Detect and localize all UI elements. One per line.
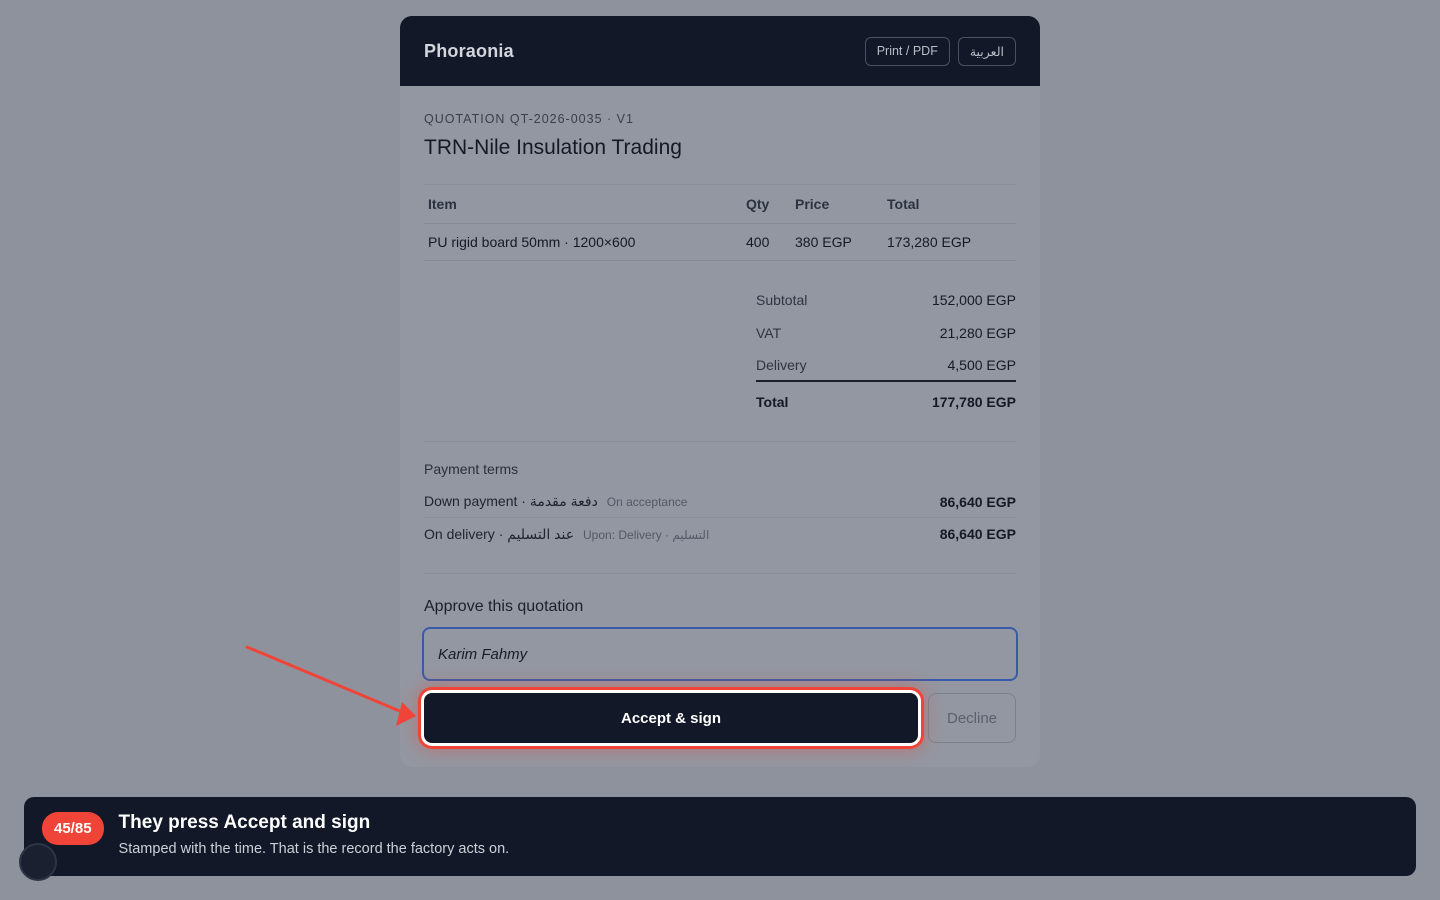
section-divider	[424, 573, 1016, 574]
item-qty: 400	[742, 223, 791, 261]
decline-button[interactable]: Decline	[928, 693, 1016, 743]
banner-title: They press Accept and sign	[118, 812, 371, 833]
delivery-value: 4,500 EGP	[947, 356, 1017, 373]
grand-total-row: Total 177,780 EGP	[756, 382, 1016, 422]
accept-sign-button[interactable]: Accept & sign	[424, 693, 918, 743]
step-counter-badge: 45/85	[42, 812, 104, 845]
column-header-total: Total	[883, 184, 1016, 224]
card-header: Phoraonia Print / PDF العربية	[400, 16, 1040, 86]
header-actions: Print / PDF العربية	[864, 36, 1016, 66]
brand-name: Phoraonia	[424, 40, 514, 61]
subtotal-label: Subtotal	[756, 291, 808, 308]
signature-input[interactable]	[422, 627, 1018, 681]
delivery-label: Delivery	[756, 356, 807, 373]
column-header-price: Price	[791, 184, 883, 224]
totals-summary: Subtotal 152,000 EGP VAT 21,280 EGP Deli…	[756, 283, 1016, 422]
approval-actions: Accept & sign Decline	[424, 693, 1016, 743]
banner-description: Stamped with the time. That is the recor…	[118, 841, 510, 857]
vat-row: VAT 21,280 EGP	[756, 316, 1016, 349]
vat-label: VAT	[756, 324, 782, 341]
subtotal-row: Subtotal 152,000 EGP	[756, 283, 1016, 316]
items-table-header: Item Qty Price Total	[424, 184, 1016, 224]
card-body: QUOTATION QT-2026-0035 · V1 TRN-Nile Ins…	[400, 86, 1040, 743]
payment-term-condition: Upon: Delivery · التسليم	[583, 527, 710, 542]
payment-term-amount: 86,640 EGP	[939, 526, 1016, 542]
payment-term-row: Down payment · دفعة مقدمة On acceptance …	[424, 486, 1016, 518]
payment-term-condition: On acceptance	[606, 495, 688, 509]
section-divider	[424, 441, 1016, 442]
banner-text: They press Accept and sign Stamped with …	[119, 812, 510, 857]
language-toggle-button[interactable]: العربية	[957, 36, 1016, 66]
payment-terms-title: Payment terms	[424, 461, 519, 477]
tutorial-banner: 45/85 They press Accept and sign Stamped…	[24, 797, 1416, 876]
column-header-qty: Qty	[742, 184, 791, 224]
item-price: 380 EGP	[791, 223, 883, 261]
print-pdf-button[interactable]: Print / PDF	[864, 36, 950, 66]
payment-term-label: Down payment · دفعة مقدمة	[424, 493, 598, 509]
delivery-row: Delivery 4,500 EGP	[756, 349, 1016, 382]
payment-term-label: On delivery · عند التسليم	[424, 525, 575, 542]
vat-value: 21,280 EGP	[939, 324, 1016, 341]
payment-term-amount: 86,640 EGP	[939, 493, 1016, 510]
grand-total-label: Total	[756, 394, 789, 410]
subtotal-value: 152,000 EGP	[931, 291, 1016, 308]
column-header-item: Item	[424, 184, 742, 224]
client-name: TRN-Nile Insulation Trading	[424, 136, 682, 159]
floating-avatar[interactable]	[19, 843, 57, 881]
quotation-card: Phoraonia Print / PDF العربية QUOTATION …	[400, 16, 1040, 767]
approval-title: Approve this quotation	[424, 598, 584, 615]
grand-total-value: 177,780 EGP	[931, 394, 1016, 410]
item-name: PU rigid board 50mm · 1200×600	[424, 223, 742, 261]
table-row: PU rigid board 50mm · 1200×600 400 380 E…	[424, 223, 1016, 261]
items-table: Item Qty Price Total PU rigid board 50mm…	[424, 184, 1016, 261]
payment-term-row: On delivery · عند التسليم Upon: Delivery…	[424, 518, 1016, 550]
item-total: 173,280 EGP	[883, 223, 1016, 261]
quotation-id: QUOTATION QT-2026-0035 · V1	[424, 112, 634, 126]
